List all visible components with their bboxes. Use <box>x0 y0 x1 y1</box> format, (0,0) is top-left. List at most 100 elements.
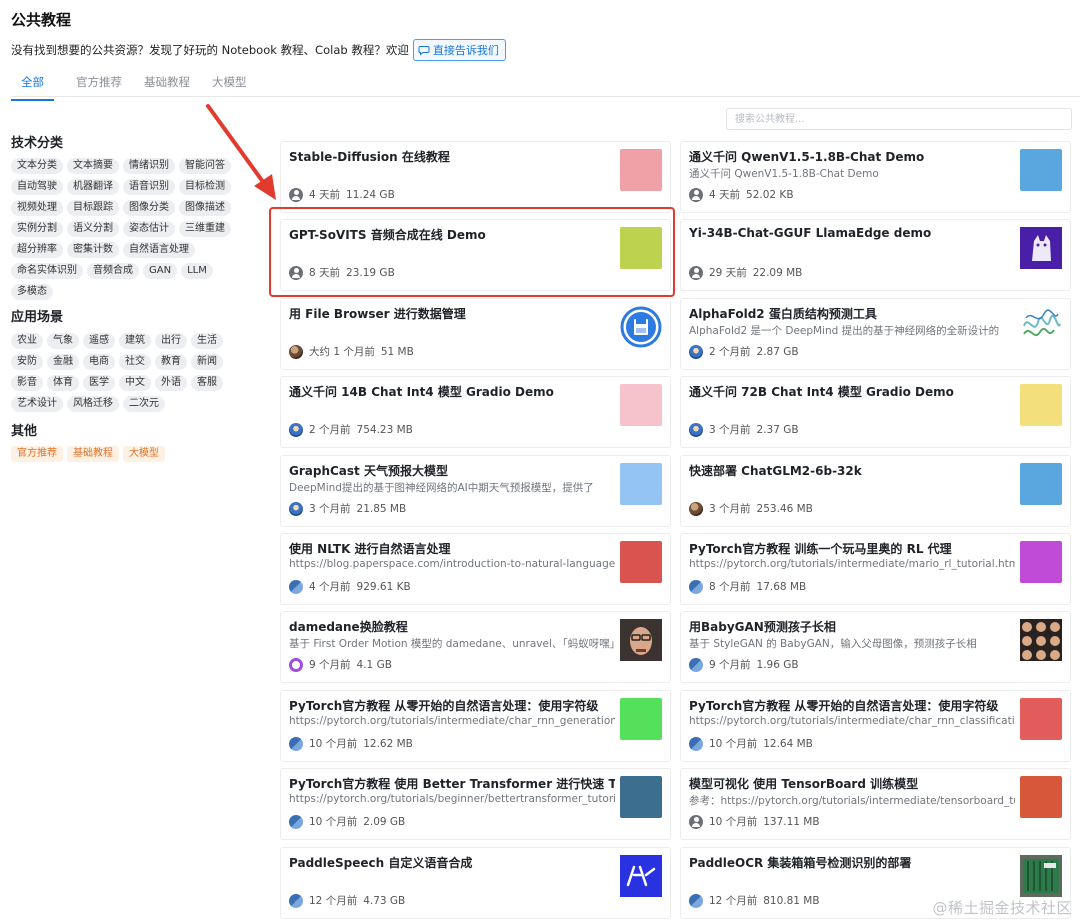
tutorial-card[interactable]: 用BabyGAN预测孩子长相 基于 StyleGAN 的 BabyGAN，输入父母… <box>680 611 1071 683</box>
card-title: Stable-Diffusion 在线教程 <box>289 150 450 164</box>
card-time: 大约 1 个月前 <box>309 346 375 358</box>
tutorial-card[interactable]: GraphCast 天气预报大模型 DeepMind提出的基于图神经网络的AI中期… <box>280 455 671 527</box>
tag-chip[interactable]: 安防 <box>11 354 43 370</box>
card-size: 17.68 MB <box>756 580 807 593</box>
tag-chip[interactable]: 机器翻译 <box>67 179 119 195</box>
tag-chip[interactable]: 社交 <box>119 354 151 370</box>
feedback-button[interactable]: 直接告诉我们 <box>412 39 506 61</box>
tag-chip[interactable]: 自然语言处理 <box>123 242 195 258</box>
tag-chip[interactable]: 文本摘要 <box>67 158 119 174</box>
intro-label: 没有找到想要的公共资源？发现了好玩的 Notebook 教程、Colab 教程？… <box>11 43 409 57</box>
tutorial-card[interactable]: AlphaFold2 蛋白质结构预测工具 AlphaFold2 是一个 DeepM… <box>680 298 1071 370</box>
card-title: 通义千问 QwenV1.5-1.8B-Chat Demo <box>689 150 925 164</box>
tag-chip[interactable]: 气象 <box>47 333 79 349</box>
tag-chip[interactable]: 三维重建 <box>179 221 231 237</box>
tag-chip[interactable]: 生活 <box>191 333 223 349</box>
tab-divider <box>11 96 1080 97</box>
tag-chip[interactable]: 自动驾驶 <box>11 179 63 195</box>
card-time: 10 个月前 <box>709 816 758 828</box>
tag-chip[interactable]: 视频处理 <box>11 200 63 216</box>
avatar <box>689 893 703 908</box>
tutorial-card[interactable]: 使用 NLTK 进行自然语言处理 https://blog.paperspace.… <box>280 533 671 605</box>
chat-bubble-icon <box>418 46 430 56</box>
scene-heading: 应用场景 <box>11 310 64 325</box>
tag-chip[interactable]: 文本分类 <box>11 158 63 174</box>
tag-chip[interactable]: 体育 <box>47 375 79 391</box>
tutorial-thumbnail <box>1020 463 1062 505</box>
tag-chip[interactable]: 情绪识别 <box>123 158 175 174</box>
tutorial-card[interactable]: 通义千问 72B Chat Int4 模型 Gradio Demo 3 个月前 2.… <box>680 376 1071 448</box>
tutorial-card[interactable]: PyTorch官方教程 训练一个玩马里奥的 RL 代理 https://pytor… <box>680 533 1071 605</box>
tutorial-card[interactable]: PaddleSpeech 自定义语音合成 12 个月前 4.73 GB <box>280 847 671 919</box>
tag-chip[interactable]: 音频合成 <box>87 263 139 279</box>
tutorial-card[interactable]: 快速部署 ChatGLM2-6b-32k 3 个月前 253.46 MB <box>680 455 1071 527</box>
tutorial-card[interactable]: Stable-Diffusion 在线教程 4 天前 11.24 GB <box>280 141 671 213</box>
search-input[interactable] <box>726 108 1072 130</box>
tag-chip[interactable]: 超分辨率 <box>11 242 63 258</box>
tag-chip[interactable]: 姿态估计 <box>123 221 175 237</box>
avatar <box>289 814 303 829</box>
scene-tag-list: 农业 气象 遥感 建筑 出行 生活安防 金融 电商 社交 教育 新闻影音 体育 医学 中文 外语 客服艺术设计… <box>11 333 256 412</box>
tag-chip[interactable]: 农业 <box>11 333 43 349</box>
tutorial-card[interactable]: Yi-34B-Chat-GGUF LlamaEdge demo 29 天前 22.0… <box>680 219 1071 291</box>
tutorial-thumbnail <box>620 149 662 191</box>
tutorial-card[interactable]: 用 File Browser 进行数据管理 大约 1 个月前 51 MB <box>280 298 671 370</box>
tutorial-thumbnail <box>1020 698 1062 740</box>
card-description: DeepMind提出的基于图神经网络的AI中期天气预报模型，提供了 <box>289 482 594 494</box>
tutorial-card[interactable]: damedane换脸教程 基于 First Order Motion 模型的 da… <box>280 611 671 683</box>
tag-chip[interactable]: 出行 <box>155 333 187 349</box>
card-size: 11.24 GB <box>346 188 395 201</box>
tag-chip[interactable]: 影音 <box>11 375 43 391</box>
avatar <box>689 657 703 672</box>
tag-chip[interactable]: 艺术设计 <box>11 396 63 412</box>
tag-chip[interactable]: 客服 <box>191 375 223 391</box>
tag-chip[interactable]: GAN <box>143 263 178 279</box>
card-title: 模型可视化 使用 TensorBoard 训练模型 <box>689 777 919 791</box>
tag-chip[interactable]: 命名实体识别 <box>11 263 83 279</box>
card-meta: 10 个月前 137.11 MB <box>689 814 820 829</box>
tag-chip[interactable]: 基础教程 <box>67 446 119 462</box>
card-time: 3 个月前 <box>309 503 351 515</box>
card-title: PyTorch官方教程 从零开始的自然语言处理：使用字符级 <box>289 699 599 713</box>
tutorial-card[interactable]: PyTorch官方教程 从零开始的自然语言处理：使用字符级 https://pyt… <box>680 690 1071 762</box>
card-title: PaddleOCR 集装箱箱号检测识别的部署 <box>689 856 912 870</box>
avatar <box>689 344 703 359</box>
card-size: 137.11 MB <box>763 815 820 828</box>
tag-chip[interactable]: 新闻 <box>191 354 223 370</box>
tag-chip[interactable]: 大模型 <box>123 446 165 462</box>
tag-chip[interactable]: 医学 <box>83 375 115 391</box>
avatar <box>689 422 703 437</box>
tag-chip[interactable]: LLM <box>181 263 213 279</box>
tag-chip[interactable]: 密集计数 <box>67 242 119 258</box>
other-tag-list: 官方推荐 基础教程 大模型 <box>11 446 256 462</box>
tutorial-card[interactable]: PyTorch官方教程 从零开始的自然语言处理：使用字符级 https://pyt… <box>280 690 671 762</box>
card-title: 快速部署 ChatGLM2-6b-32k <box>689 464 862 478</box>
tag-chip[interactable]: 多模态 <box>11 284 53 300</box>
tutorial-card[interactable]: PyTorch官方教程 使用 Better Transformer 进行快速 T… <box>280 768 671 840</box>
card-size: 253.46 MB <box>756 502 813 515</box>
tag-chip[interactable]: 建筑 <box>119 333 151 349</box>
card-size: 21.85 MB <box>356 502 407 515</box>
tag-chip[interactable]: 二次元 <box>123 396 165 412</box>
tag-chip[interactable]: 中文 <box>119 375 151 391</box>
avatar <box>689 579 703 594</box>
tag-chip[interactable]: 金融 <box>47 354 79 370</box>
tag-chip[interactable]: 外语 <box>155 375 187 391</box>
tag-chip[interactable]: 实例分割 <box>11 221 63 237</box>
tag-chip[interactable]: 语义分割 <box>67 221 119 237</box>
tag-chip[interactable]: 官方推荐 <box>11 446 63 462</box>
tutorial-card[interactable]: 通义千问 14B Chat Int4 模型 Gradio Demo 2 个月前 75… <box>280 376 671 448</box>
tag-chip[interactable]: 语音识别 <box>123 179 175 195</box>
tutorial-thumbnail <box>1020 619 1062 661</box>
tag-chip[interactable]: 风格迁移 <box>67 396 119 412</box>
tag-chip[interactable]: 目标跟踪 <box>67 200 119 216</box>
tutorial-card[interactable]: 模型可视化 使用 TensorBoard 训练模型 参考：https://pyto… <box>680 768 1071 840</box>
feedback-label: 直接告诉我们 <box>432 44 499 57</box>
tutorial-card[interactable]: 通义千问 QwenV1.5-1.8B-Chat Demo 通义千问 QwenV1.… <box>680 141 1071 213</box>
tag-chip[interactable]: 图像分类 <box>123 200 175 216</box>
card-meta: 29 天前 22.09 MB <box>689 265 802 280</box>
tag-chip[interactable]: 电商 <box>83 354 115 370</box>
tag-chip[interactable]: 教育 <box>155 354 187 370</box>
card-time: 3 个月前 <box>709 424 751 436</box>
tag-chip[interactable]: 遥感 <box>83 333 115 349</box>
